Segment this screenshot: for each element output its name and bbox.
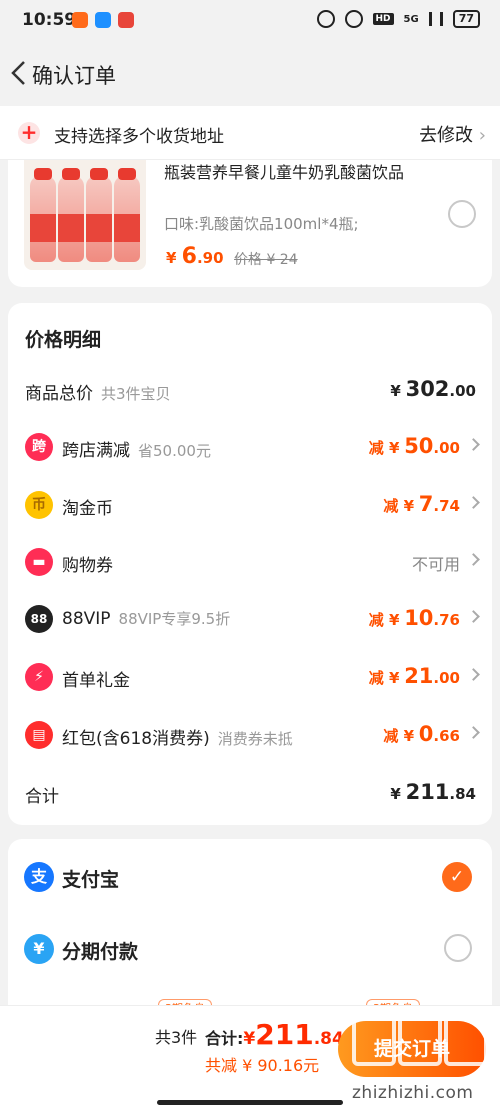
price-detail-card: 价格明细 商品总价 共3件宝贝 ¥ 302.00 跨 跨店满减 省50.00元 减 … (8, 303, 492, 825)
status-bar: 10:59 HD 5G 77 (0, 0, 500, 44)
address-banner[interactable]: + 支持选择多个收货地址 去修改 › (0, 106, 500, 160)
row-value: 减 ¥ 50.00 (368, 434, 460, 458)
status-time: 10:59 (22, 10, 77, 30)
row-label: 合计 (25, 787, 59, 807)
chevron-right-icon (467, 553, 480, 566)
row-label: 跨店满减 省50.00元 (62, 441, 211, 461)
alipay-icon: 支 (24, 862, 54, 892)
installment-icon: ¥ (24, 934, 54, 964)
row-label: 购物券 (62, 556, 113, 576)
item-count: 共3件 (155, 1028, 198, 1047)
price-row-first-order-gift[interactable]: ⚡ 首单礼金 减 ¥ 21.00 (8, 658, 492, 698)
edit-address-label: 去修改 (419, 125, 474, 146)
battery-icon: 77 (452, 10, 480, 28)
price-row-total: 合计 ¥ 211.84 (8, 774, 492, 814)
price-dec: .90 (196, 249, 224, 267)
address-banner-text: 支持选择多个收货地址 (54, 127, 224, 147)
row-value: 减 ¥ 10.76 (368, 606, 460, 630)
chevron-right-icon (467, 726, 480, 739)
product-select-radio[interactable] (448, 200, 476, 228)
product-original-price: 价格 ¥ 24 (234, 252, 298, 268)
app-notification-icon (118, 12, 134, 28)
status-icons: HD 5G 77 (316, 10, 480, 28)
row-value: 不可用 (411, 555, 460, 574)
app-notification-icon (95, 12, 111, 28)
installment-radio[interactable] (444, 934, 472, 962)
payment-label: 支付宝 (62, 869, 120, 891)
payment-label: 分期付款 (62, 941, 139, 963)
price-currency: ¥ (166, 249, 177, 267)
row-value: 减 ¥ 21.00 (368, 664, 460, 688)
price-row-taojinbi[interactable]: 币 淘金币 减 ¥ 7.74 (8, 486, 492, 526)
payment-method-alipay[interactable]: 支 支付宝 ✓ (8, 852, 492, 902)
row-label: 淘金币 (62, 499, 113, 519)
edit-address-link[interactable]: 去修改 › (419, 121, 486, 147)
home-indicator[interactable] (157, 1100, 343, 1105)
chevron-right-icon (467, 496, 480, 509)
checkout-total: 合计:¥211.84 (205, 1018, 344, 1051)
page-title: 确认订单 (32, 64, 116, 88)
red-packet-icon: ▤ (25, 721, 53, 749)
app-notification-icon (72, 12, 88, 28)
check-icon[interactable]: ✓ (442, 862, 472, 892)
vip-icon: 88 (25, 605, 53, 633)
row-label: 首单礼金 (62, 671, 130, 691)
nav-header: 确认订单 (0, 44, 500, 106)
cross-store-icon: 跨 (25, 433, 53, 461)
price-row-red-packet[interactable]: ▤ 红包(含618消费券) 消费券未抵 减 ¥ 0.66 (8, 716, 492, 756)
chevron-right-icon: › (478, 125, 486, 146)
total-savings: 共减 ¥ 90.16元 (205, 1056, 320, 1075)
chevron-right-icon (467, 438, 480, 451)
lightning-icon: ⚡ (25, 663, 53, 691)
row-value: 减 ¥ 0.66 (383, 722, 460, 746)
hd-icon: HD (372, 13, 394, 25)
row-value: 减 ¥ 7.74 (383, 492, 460, 516)
product-name[interactable]: 瓶装营养早餐儿童牛奶乳酸菌饮品 (164, 160, 434, 185)
row-label: 红包(含618消费券) 消费券未抵 (62, 729, 293, 749)
price-row-cross-store-discount[interactable]: 跨 跨店满减 省50.00元 减 ¥ 50.00 (8, 428, 492, 468)
row-value: ¥ 302.00 (390, 377, 476, 401)
price-detail-title: 价格明细 (25, 329, 102, 351)
watermark-text: zhizhizhi.com (352, 1083, 474, 1103)
coin-icon: 币 (25, 491, 53, 519)
row-label: 88VIP 88VIP专享9.5折 (62, 609, 231, 629)
watermark-logo (352, 1012, 488, 1066)
product-image[interactable] (24, 160, 146, 270)
price-row-88vip[interactable]: 88 88VIP 88VIP专享9.5折 减 ¥ 10.76 (8, 600, 492, 640)
price-row-subtotal: 商品总价 共3件宝贝 ¥ 302.00 (8, 371, 492, 411)
network-label: 5G (403, 13, 419, 25)
product-price: ¥ 6.90 (166, 244, 224, 269)
product-spec[interactable]: 口味:乳酸菌饮品100ml*4瓶; (164, 213, 359, 234)
back-icon[interactable] (8, 58, 30, 88)
mute-icon (316, 10, 335, 28)
payment-card: 支 支付宝 ✓ ¥ 分期付款 3期免息 3期免息 (8, 839, 492, 1019)
alarm-icon (344, 10, 363, 28)
ticket-icon: ▬ (25, 548, 53, 576)
signal-icon (428, 12, 443, 26)
row-label: 商品总价 共3件宝贝 (25, 384, 171, 404)
chevron-right-icon (467, 610, 480, 623)
payment-method-installment[interactable]: ¥ 分期付款 (8, 924, 492, 974)
chevron-right-icon (467, 668, 480, 681)
price-int: 6 (181, 244, 197, 269)
price-row-shopping-voucher[interactable]: ▬ 购物券 不可用 (8, 543, 492, 583)
plus-icon: + (18, 122, 40, 144)
row-value: ¥ 211.84 (390, 780, 476, 804)
product-card: 瓶装营养早餐儿童牛奶乳酸菌饮品 口味:乳酸菌饮品100ml*4瓶; ¥ 6.90… (8, 160, 492, 287)
